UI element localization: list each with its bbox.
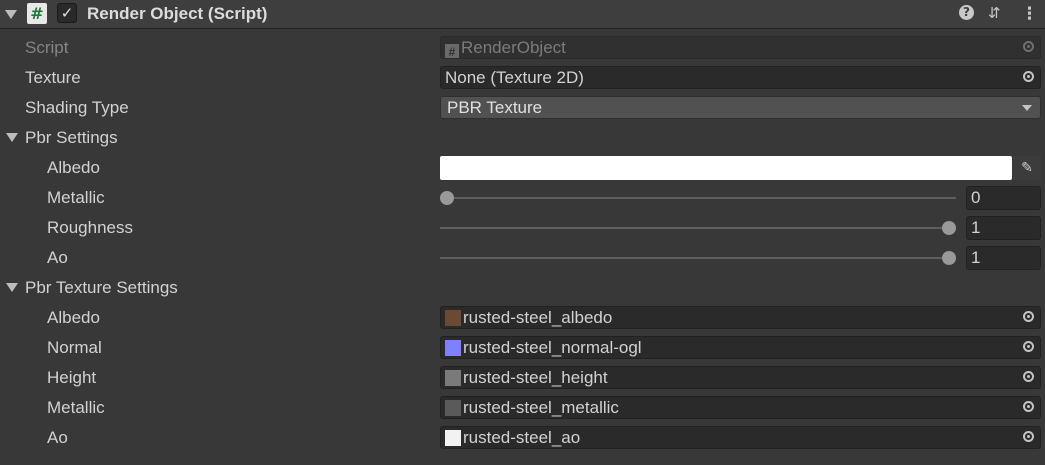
ao-texture-field[interactable]: rusted-steel_ao <box>440 426 1041 449</box>
eyedropper-icon[interactable]: ✎ <box>1013 156 1041 180</box>
albedo-texture-value: rusted-steel_albedo <box>463 308 613 327</box>
albedo-color-label: Albedo <box>47 158 100 177</box>
component-header: # ✓ Render Object (Script) ? ⇵ ⋮ <box>0 0 1045 29</box>
script-label: Script <box>25 38 69 57</box>
pbr-texture-settings-heading[interactable]: Pbr Texture Settings <box>25 278 178 298</box>
metallic-slider-track[interactable] <box>440 197 956 199</box>
script-icon: # <box>27 3 47 24</box>
script-value: RenderObject <box>461 38 566 57</box>
roughness-slider-handle[interactable] <box>942 221 956 235</box>
pbr-settings-foldout-icon[interactable] <box>6 133 18 142</box>
texture-albedo-label: Albedo <box>47 308 100 327</box>
ao-slider-handle[interactable] <box>942 251 956 265</box>
texture-thumbnail <box>445 400 461 416</box>
object-picker-icon[interactable] <box>1023 311 1034 322</box>
texture-field[interactable]: None (Texture 2D) <box>440 66 1041 89</box>
dropdown-arrow-icon <box>1022 105 1032 111</box>
texture-height-label: Height <box>47 368 97 387</box>
presets-icon[interactable]: ⇵ <box>988 4 1001 22</box>
pbr-texture-settings-foldout-icon[interactable] <box>6 283 18 292</box>
foldout-arrow-icon[interactable] <box>5 10 17 19</box>
ao-texture-value: rusted-steel_ao <box>463 428 581 447</box>
script-field: # RenderObject <box>440 36 1041 59</box>
metallic-slider-handle[interactable] <box>440 191 454 205</box>
texture-normal-label: Normal <box>47 338 102 357</box>
object-picker-icon[interactable] <box>1023 71 1034 82</box>
normal-texture-field[interactable]: rusted-steel_normal-ogl <box>440 336 1041 359</box>
albedo-color-swatch[interactable] <box>440 156 1012 180</box>
texture-metallic-label: Metallic <box>47 398 105 417</box>
object-picker-icon[interactable] <box>1023 341 1034 352</box>
script-asset-icon: # <box>445 44 459 58</box>
texture-thumbnail <box>445 430 461 446</box>
texture-ao-label: Ao <box>47 428 68 447</box>
pbr-settings-heading[interactable]: Pbr Settings <box>25 128 118 148</box>
roughness-value-field[interactable]: 1 <box>966 216 1041 240</box>
object-picker-icon[interactable] <box>1023 371 1034 382</box>
texture-label: Texture <box>25 68 81 87</box>
object-picker-icon <box>1023 41 1034 52</box>
albedo-texture-field[interactable]: rusted-steel_albedo <box>440 306 1041 329</box>
help-icon[interactable]: ? <box>959 5 974 20</box>
shading-type-label: Shading Type <box>25 98 129 117</box>
texture-thumbnail <box>445 340 461 356</box>
height-texture-value: rusted-steel_height <box>463 368 608 387</box>
menu-icon[interactable]: ⋮ <box>1021 4 1038 24</box>
shading-type-dropdown[interactable]: PBR Texture <box>440 96 1041 119</box>
metallic-texture-field[interactable]: rusted-steel_metallic <box>440 396 1041 419</box>
enabled-checkbox[interactable]: ✓ <box>57 3 77 23</box>
normal-texture-value: rusted-steel_normal-ogl <box>463 338 642 357</box>
metallic-texture-value: rusted-steel_metallic <box>463 398 619 417</box>
shading-type-value: PBR Texture <box>447 98 543 117</box>
ao-value-field[interactable]: 1 <box>966 246 1041 270</box>
ao-slider-track[interactable] <box>440 257 956 259</box>
roughness-label: Roughness <box>47 218 134 237</box>
object-picker-icon[interactable] <box>1023 401 1034 412</box>
object-picker-icon[interactable] <box>1023 431 1034 442</box>
texture-thumbnail <box>445 370 461 386</box>
texture-value: None (Texture 2D) <box>445 68 584 87</box>
roughness-slider-track[interactable] <box>440 227 956 229</box>
texture-thumbnail <box>445 310 461 326</box>
height-texture-field[interactable]: rusted-steel_height <box>440 366 1041 389</box>
metallic-label: Metallic <box>47 188 105 207</box>
ao-label: Ao <box>47 248 68 267</box>
component-title: Render Object (Script) <box>87 4 268 23</box>
metallic-value-field[interactable]: 0 <box>966 186 1041 210</box>
